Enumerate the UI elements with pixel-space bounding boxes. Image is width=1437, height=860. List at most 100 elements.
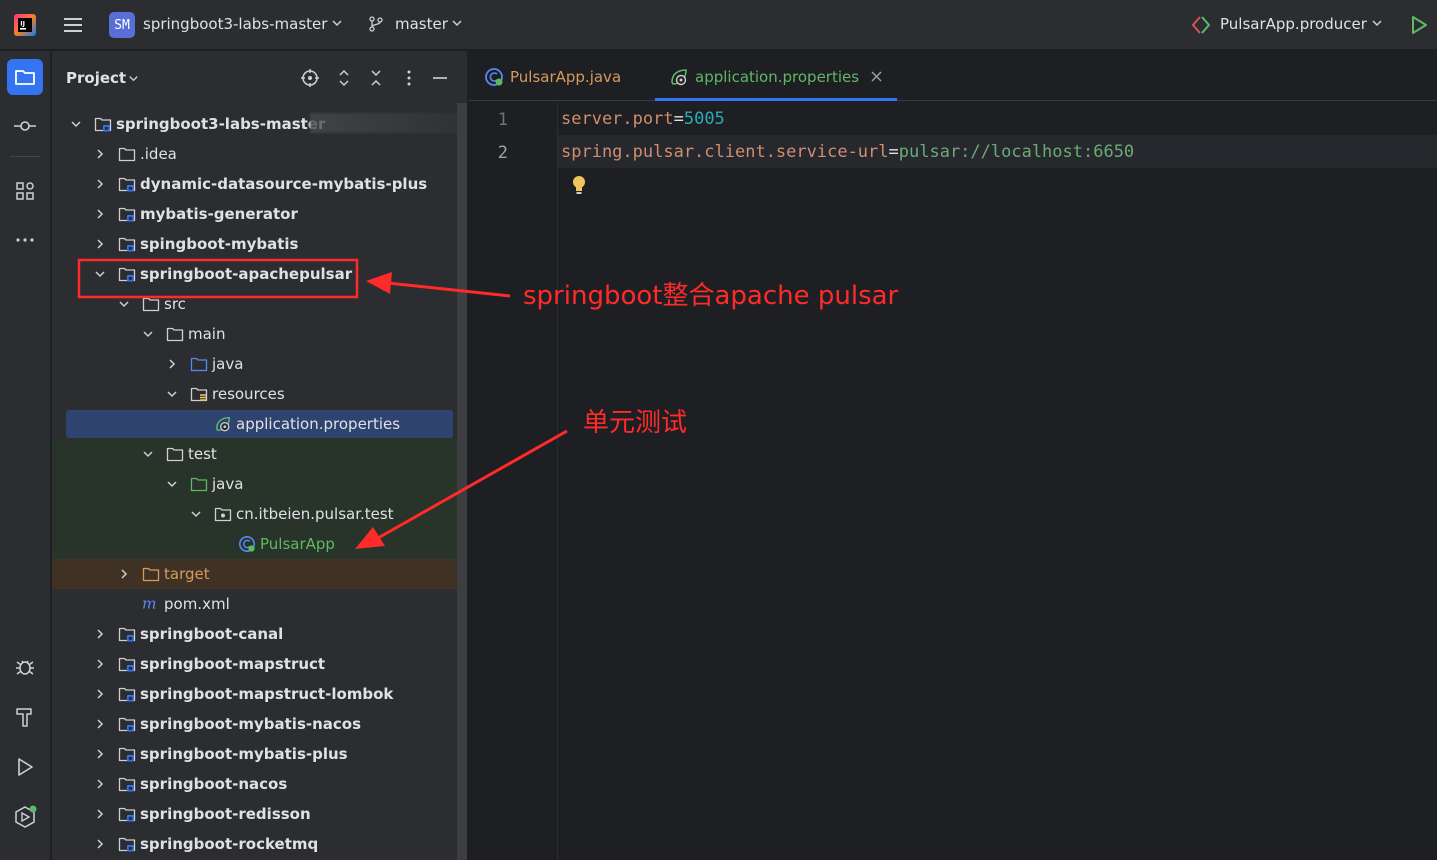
chevron-right-icon[interactable] [94,688,106,700]
tree-row[interactable]: PulsarApp [52,529,457,559]
close-icon[interactable] [871,71,882,82]
chevron-down-icon[interactable] [142,448,154,460]
chevron-right-icon[interactable] [166,358,178,370]
commit-tool-button[interactable] [7,108,43,144]
chevron-right-icon[interactable] [94,658,106,670]
tree-row[interactable]: src [52,289,457,319]
chevron-right-icon[interactable] [94,748,106,760]
module-folder-icon [118,715,136,733]
chevron-down-icon[interactable] [118,298,130,310]
chevron-down-icon[interactable] [1371,17,1383,29]
tree-row[interactable]: springboot-redisson [52,799,457,829]
run-config-icon[interactable] [1190,14,1212,36]
module-folder-icon [118,235,136,253]
tree-row[interactable]: test [52,439,457,469]
line-number: 2 [497,143,508,163]
tree-row[interactable]: application.properties [52,409,457,439]
code-line-1[interactable]: server.port=5005 [561,109,725,129]
more-tools-button[interactable] [7,222,43,258]
chevron-right-icon[interactable] [94,208,106,220]
project-switcher[interactable]: springboot3-labs-master [143,15,327,33]
debug-tool-button[interactable] [7,649,43,685]
branch-switcher[interactable]: master [395,15,448,33]
chevron-down-icon[interactable] [128,73,139,84]
options-icon[interactable] [399,68,419,88]
tree-row[interactable]: cn.itbeien.pulsar.test [52,499,457,529]
chevron-right-icon[interactable] [94,178,106,190]
tree-row[interactable]: springboot-mapstruct-lombok [52,679,457,709]
project-panel-title[interactable]: Project [66,69,126,87]
more-icon [16,238,34,242]
chevron-right-icon[interactable] [94,238,106,250]
chevron-down-icon[interactable] [70,118,82,130]
run-icon[interactable] [1408,14,1430,36]
chevron-down-icon[interactable] [94,268,106,280]
chevron-right-icon[interactable] [94,148,106,160]
svg-text:IJ: IJ [20,20,25,28]
tree-row[interactable]: spingboot-mybatis [52,229,457,259]
structure-icon [16,182,34,200]
tree-row[interactable]: springboot-canal [52,619,457,649]
tree-row[interactable]: springboot-apachepulsar [52,259,457,289]
git-branch-icon[interactable] [367,15,385,33]
chevron-right-icon[interactable] [94,628,106,640]
project-badge[interactable]: SM [109,12,135,38]
chevron-down-icon[interactable] [331,17,343,29]
commit-icon [14,121,36,131]
tree-row[interactable]: dynamic-datasource-mybatis-plus [52,169,457,199]
folder-icon [166,325,184,343]
chevron-right-icon[interactable] [94,808,106,820]
services-tool-button[interactable] [7,799,43,835]
tree-row-label: application.properties [236,415,401,433]
chevron-right-icon[interactable] [94,778,106,790]
expand-all-icon[interactable] [334,68,354,88]
chevron-right-icon[interactable] [94,718,106,730]
tree-row[interactable]: springboot-rocketmq [52,829,457,859]
structure-tool-button[interactable] [7,173,43,209]
tree-row-label: cn.itbeien.pulsar.test [236,505,394,523]
tree-row[interactable]: springboot-mybatis-nacos [52,709,457,739]
chevron-down-icon[interactable] [166,388,178,400]
tree-row[interactable]: main [52,319,457,349]
chevron-down-icon[interactable] [451,17,463,29]
module-folder-icon [118,745,136,763]
main-menu-icon[interactable] [62,14,84,36]
tab-application-properties[interactable]: application.properties [655,51,897,101]
property-value: 5005 [683,109,725,129]
tree-row-label: springboot-nacos [140,775,288,793]
tree-row[interactable]: target [52,559,457,589]
module-folder-icon [118,205,136,223]
collapse-all-icon[interactable] [366,68,386,88]
chevron-down-icon[interactable] [166,478,178,490]
tree-row[interactable]: java [52,469,457,499]
property-key: server.port [561,109,674,129]
lightbulb-icon[interactable] [568,173,590,199]
run-tool-button[interactable] [7,749,43,785]
scrollbar[interactable] [457,103,467,860]
annotation-unit-test: 单元测试 [583,408,688,438]
tree-row[interactable]: resources [52,379,457,409]
hammer-icon [16,708,32,727]
chevron-down-icon[interactable] [142,328,154,340]
tree-row[interactable]: mybatis-generator [52,199,457,229]
tab-pulsarapp-java[interactable]: PulsarApp.java [468,51,638,101]
tree-row[interactable]: springboot3-labs-master [52,109,460,139]
tree-row[interactable]: java [52,349,457,379]
tool-window-strip [0,51,51,860]
chevron-down-icon[interactable] [190,508,202,520]
locate-icon[interactable] [300,68,320,88]
hide-panel-icon[interactable] [430,68,450,88]
tree-row[interactable]: springboot-nacos [52,769,457,799]
tree-row-label: springboot-mapstruct-lombok [140,685,394,703]
chevron-right-icon[interactable] [118,568,130,580]
tree-row[interactable]: .idea [52,139,457,169]
run-config-selector[interactable]: PulsarApp.producer [1220,15,1367,33]
tree-row[interactable]: springboot-mapstruct [52,649,457,679]
tree-row[interactable]: springboot-mybatis-plus [52,739,457,769]
project-tool-button[interactable] [7,59,43,95]
code-line-2[interactable]: spring.pulsar.client.service-url=pulsar:… [561,142,1134,162]
build-tool-button[interactable] [7,699,43,735]
intellij-logo-icon[interactable]: IJ [13,13,37,37]
tree-row[interactable]: m pom.xml [52,589,457,619]
chevron-right-icon[interactable] [94,838,106,850]
